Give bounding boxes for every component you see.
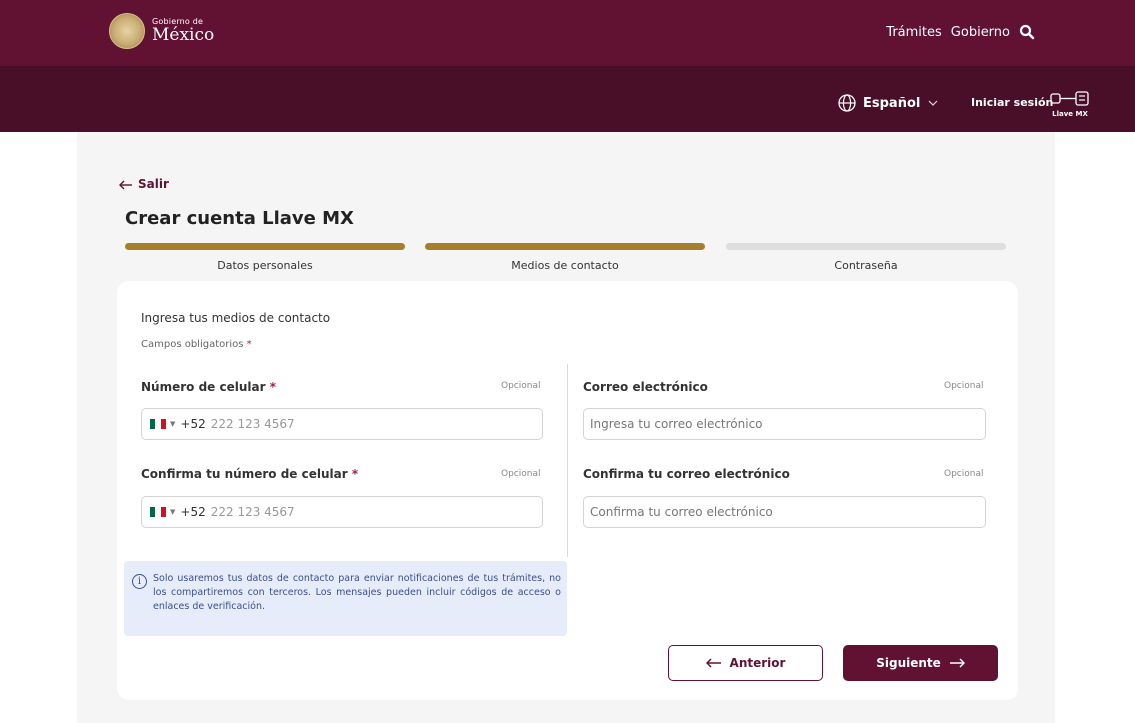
form-intro: Ingresa tus medios de contacto xyxy=(141,311,331,325)
required-note: Campos obligatorios * xyxy=(141,339,252,350)
mexico-flag-icon xyxy=(150,507,166,517)
email-optional: Opcional xyxy=(944,381,984,391)
phone-confirm-input[interactable]: ▼ +52 222 123 4567 xyxy=(141,496,543,528)
next-button[interactable]: Siguiente xyxy=(843,645,998,681)
phone-input[interactable]: ▼ +52 222 123 4567 xyxy=(141,408,543,440)
phone-label: Número de celular * xyxy=(141,380,276,394)
previous-button[interactable]: Anterior xyxy=(668,645,823,681)
step-label-contrasena: Contraseña xyxy=(834,259,898,272)
arrow-left-icon xyxy=(705,656,722,671)
phone-dial-code: +52 xyxy=(180,417,206,431)
email-confirm-optional: Opcional xyxy=(944,469,984,479)
arrow-left-icon xyxy=(119,179,133,190)
language-label: Español xyxy=(863,95,921,111)
back-label: Salir xyxy=(138,177,169,191)
step-bar-medios-de-contacto xyxy=(425,243,705,250)
nav-gobierno[interactable]: Gobierno xyxy=(951,25,1010,40)
chevron-down-icon xyxy=(928,98,938,109)
mexico-seal-icon xyxy=(109,13,145,49)
required-marker: * xyxy=(269,380,276,394)
email-input[interactable]: Ingresa tu correo electrónico xyxy=(583,408,986,440)
step-bar-datos-personales xyxy=(125,243,405,250)
secondary-bar xyxy=(0,66,1135,132)
required-marker: * xyxy=(351,467,359,481)
phone-optional: Opcional xyxy=(501,381,541,391)
gobierno-logo[interactable]: Gobierno de México xyxy=(109,13,214,49)
email-confirm-input[interactable]: Confirma tu correo electrónico xyxy=(583,496,986,528)
top-nav: Trámites Gobierno xyxy=(886,24,1035,40)
globe-icon xyxy=(838,94,856,112)
email-confirm-label: Confirma tu correo electrónico xyxy=(583,467,790,481)
login-link[interactable]: Iniciar sesión xyxy=(971,96,1053,109)
column-divider xyxy=(567,364,568,557)
info-icon: i xyxy=(132,574,147,589)
logo-text: Gobierno de México xyxy=(152,18,214,44)
required-note-text: Campos obligatorios xyxy=(141,339,244,350)
llave-label: Llave MX xyxy=(1052,110,1088,118)
phone-confirm-placeholder: 222 123 4567 xyxy=(210,505,295,519)
phone-confirm-dial-code: +52 xyxy=(180,505,206,519)
page-title: Crear cuenta Llave MX xyxy=(125,208,354,229)
required-marker: * xyxy=(246,339,252,350)
step-label-medios-de-contacto: Medios de contacto xyxy=(511,259,619,272)
language-selector[interactable]: Español xyxy=(838,94,938,112)
nav-tramites[interactable]: Trámites xyxy=(886,25,942,40)
step-label-datos-personales: Datos personales xyxy=(217,259,313,272)
previous-label: Anterior xyxy=(729,656,786,670)
email-label: Correo electrónico xyxy=(583,380,708,394)
mexico-flag-icon xyxy=(150,419,166,429)
logo-big-text: México xyxy=(152,25,215,45)
llave-mx-logo[interactable]: Llave MX xyxy=(1048,90,1092,118)
chevron-down-icon: ▼ xyxy=(170,420,176,428)
phone-confirm-label-text: Confirma tu número de celular xyxy=(141,467,348,481)
info-text: Solo usaremos tus datos de contacto para… xyxy=(153,573,561,612)
phone-placeholder: 222 123 4567 xyxy=(210,417,295,431)
step-bar-contrasena xyxy=(726,243,1006,250)
phone-confirm-optional: Opcional xyxy=(501,469,541,479)
phone-confirm-label: Confirma tu número de celular * xyxy=(141,467,358,481)
email-placeholder: Ingresa tu correo electrónico xyxy=(590,417,763,431)
email-confirm-placeholder: Confirma tu correo electrónico xyxy=(590,505,773,519)
search-icon[interactable] xyxy=(1019,24,1035,40)
back-link[interactable]: Salir xyxy=(119,177,169,191)
arrow-right-icon xyxy=(949,656,965,671)
chevron-down-icon: ▼ xyxy=(170,508,176,516)
next-label: Siguiente xyxy=(876,656,941,670)
info-notice: i Solo usaremos tus datos de contacto pa… xyxy=(124,561,567,636)
phone-label-text: Número de celular xyxy=(141,380,266,394)
